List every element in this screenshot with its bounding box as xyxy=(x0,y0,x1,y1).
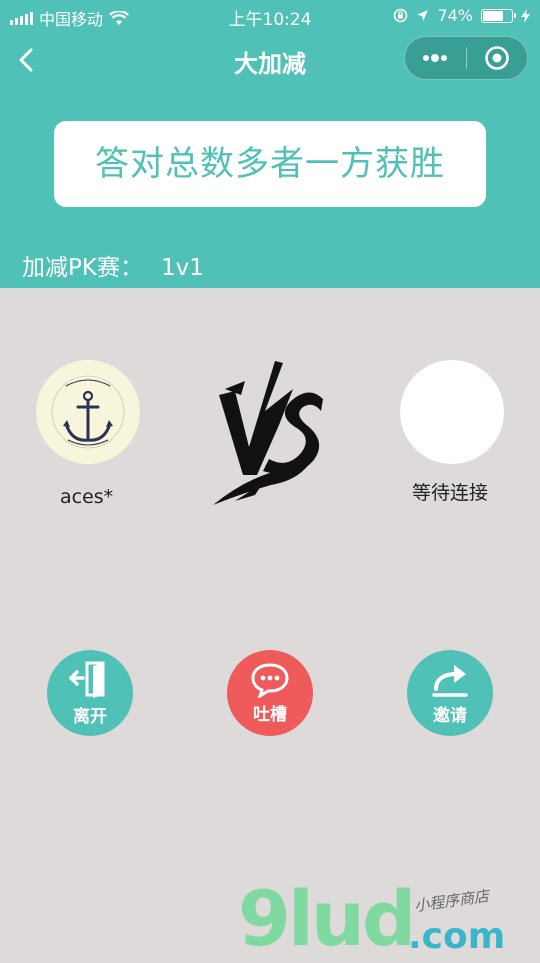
close-miniprogram-button[interactable] xyxy=(467,37,528,79)
match-type-value: 1v1 xyxy=(160,255,204,281)
more-dots-icon xyxy=(423,54,448,62)
more-button[interactable] xyxy=(405,37,466,79)
chat-bubble-icon xyxy=(251,662,289,698)
player-name-left: aces* xyxy=(60,486,114,508)
player-avatar-right xyxy=(400,360,504,464)
rotation-lock-icon xyxy=(394,8,408,23)
header-panel: 答对总数多者一方获胜 加减PK赛： 1v1 xyxy=(0,90,540,288)
target-circle-icon xyxy=(484,46,509,70)
watermark: 9lud 小程序商店 .com xyxy=(238,874,538,963)
player-avatar-left xyxy=(36,360,140,464)
vs-icon xyxy=(213,361,323,505)
navigation-bar: 大加减 xyxy=(0,30,540,90)
location-arrow-icon xyxy=(417,10,429,21)
talk-label: 吐槽 xyxy=(253,704,287,725)
mini-program-capsule xyxy=(404,36,528,80)
match-info: 加减PK赛： 1v1 xyxy=(22,248,204,282)
battery-percent: 74% xyxy=(437,6,473,25)
share-arrow-icon xyxy=(432,664,468,697)
status-bar: 中国移动 上午10:24 74% xyxy=(0,0,540,30)
battery-icon xyxy=(481,8,516,23)
invite-button[interactable]: 邀请 xyxy=(407,650,493,736)
battery-fill xyxy=(483,10,503,21)
talk-button[interactable]: 吐槽 xyxy=(227,650,313,736)
match-type-label: 加减PK赛： xyxy=(22,255,143,281)
status-right: 74% xyxy=(393,6,530,25)
anchor-icon xyxy=(51,375,125,449)
leave-button[interactable]: 离开 xyxy=(47,650,133,736)
player-name-right: 等待连接 xyxy=(412,482,489,504)
exit-door-icon xyxy=(69,661,105,698)
watermark-domain: .com xyxy=(408,916,506,957)
watermark-tag: 小程序商店 xyxy=(413,886,490,916)
invite-label: 邀请 xyxy=(433,705,467,726)
rule-text: 答对总数多者一方获胜 xyxy=(95,144,445,184)
leave-label: 离开 xyxy=(73,706,107,727)
charging-icon xyxy=(521,8,530,23)
watermark-brand: 9lud xyxy=(238,874,416,963)
rule-card: 答对总数多者一方获胜 xyxy=(54,121,486,207)
